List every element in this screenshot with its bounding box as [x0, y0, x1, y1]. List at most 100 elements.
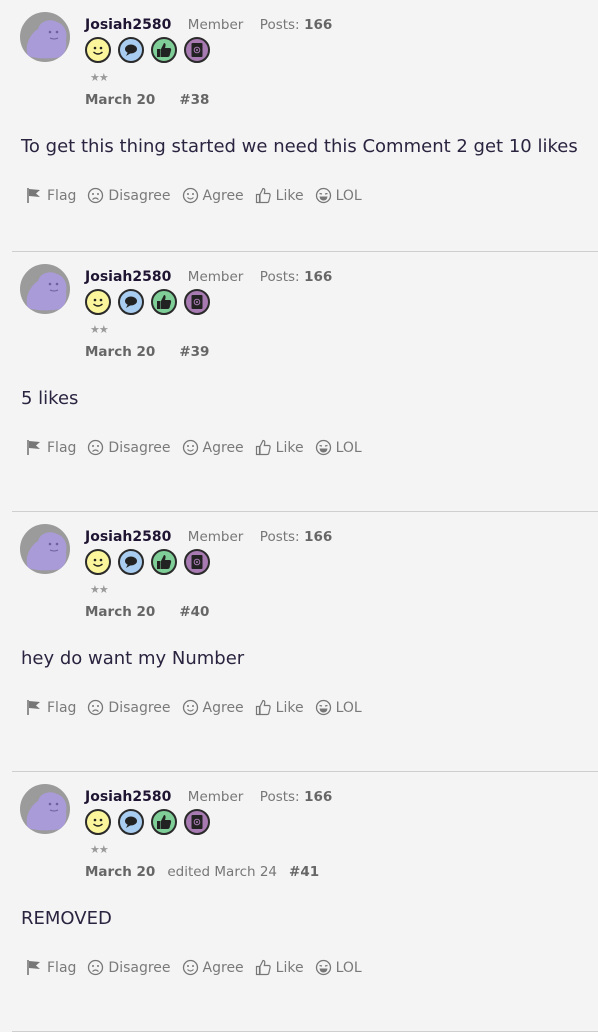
reaction-bar: Flag Disagree Agree Like LOL [26, 187, 362, 204]
laugh-icon [315, 439, 331, 456]
reaction-bar: Flag Disagree Agree Like LOL [26, 959, 362, 976]
post-permalink[interactable]: #39 [179, 344, 209, 360]
disagree-button[interactable]: Disagree [87, 439, 171, 456]
smiley-badge-icon[interactable] [85, 809, 111, 835]
smiley-badge-icon[interactable] [85, 289, 111, 315]
agree-button[interactable]: Agree [182, 699, 244, 716]
username-link[interactable]: Josiah2580 [85, 17, 171, 33]
posts-label: Posts: [259, 789, 300, 805]
avatar[interactable] [20, 784, 70, 834]
posts-count: 166 [304, 269, 333, 285]
thumbs-up-badge-icon[interactable] [151, 549, 177, 575]
notebook-badge-icon[interactable] [184, 549, 210, 575]
comment-body: REMOVED [21, 908, 112, 929]
posts-label: Posts: [259, 269, 300, 285]
rank-stars: ★★ [90, 323, 109, 336]
notebook-badge-icon[interactable] [184, 37, 210, 63]
username-link[interactable]: Josiah2580 [85, 789, 171, 805]
like-button[interactable]: Like [255, 959, 304, 976]
username-link[interactable]: Josiah2580 [85, 269, 171, 285]
avatar[interactable] [20, 524, 70, 574]
smile-icon [182, 439, 198, 456]
flag-button[interactable]: Flag [26, 699, 76, 716]
user-role: Member [187, 17, 244, 33]
avatar[interactable] [20, 264, 70, 314]
thumbs-up-badge-icon[interactable] [151, 289, 177, 315]
post-permalink[interactable]: #38 [179, 92, 209, 108]
lol-label: LOL [335, 959, 362, 976]
smile-icon [182, 959, 198, 976]
post-permalink[interactable]: #41 [289, 864, 319, 880]
laugh-icon [315, 187, 331, 204]
comment-body: To get this thing started we need this C… [21, 136, 578, 157]
flag-icon [27, 960, 40, 975]
like-label: Like [275, 187, 304, 204]
agree-label: Agree [202, 439, 244, 456]
username-link[interactable]: Josiah2580 [85, 529, 171, 545]
lol-button[interactable]: LOL [315, 187, 362, 204]
thumbs-up-icon [255, 699, 271, 716]
frown-icon [88, 439, 104, 456]
laugh-icon [315, 699, 331, 716]
comment: Josiah2580 Member Posts: 166 ★★ March 20… [12, 772, 598, 1032]
agree-button[interactable]: Agree [182, 187, 244, 204]
smiley-badge-icon[interactable] [85, 37, 111, 63]
thumbs-up-badge-icon[interactable] [151, 37, 177, 63]
posts-count: 166 [304, 789, 333, 805]
flag-label: Flag [47, 439, 77, 456]
agree-button[interactable]: Agree [182, 959, 244, 976]
posts-count: 166 [304, 17, 333, 33]
chat-badge-icon[interactable] [118, 549, 144, 575]
post-date[interactable]: March 20 [85, 344, 155, 360]
agree-label: Agree [202, 959, 244, 976]
lol-button[interactable]: LOL [315, 959, 362, 976]
posts-label: Posts: [259, 17, 300, 33]
post-date[interactable]: March 20 [85, 604, 155, 620]
post-date[interactable]: March 20 [85, 864, 155, 880]
disagree-label: Disagree [108, 439, 171, 456]
flag-icon [27, 700, 40, 715]
like-button[interactable]: Like [255, 187, 304, 204]
agree-button[interactable]: Agree [182, 439, 244, 456]
lol-button[interactable]: LOL [315, 439, 362, 456]
disagree-button[interactable]: Disagree [87, 959, 171, 976]
lol-label: LOL [335, 699, 362, 716]
flag-label: Flag [47, 959, 77, 976]
chat-badge-icon[interactable] [118, 809, 144, 835]
chat-badge-icon[interactable] [118, 37, 144, 63]
notebook-badge-icon[interactable] [184, 809, 210, 835]
smile-icon [182, 187, 198, 204]
lol-button[interactable]: LOL [315, 699, 362, 716]
rank-stars: ★★ [90, 71, 109, 84]
avatar[interactable] [20, 12, 70, 62]
flag-button[interactable]: Flag [26, 187, 76, 204]
like-button[interactable]: Like [255, 699, 304, 716]
comment: Josiah2580 Member Posts: 166 ★★ March 20… [12, 0, 598, 252]
flag-button[interactable]: Flag [26, 439, 76, 456]
comment: Josiah2580 Member Posts: 166 ★★ March 20… [12, 512, 598, 772]
comment-body: hey do want my Number [21, 648, 245, 669]
reaction-bar: Flag Disagree Agree Like LOL [26, 699, 362, 716]
comment: Josiah2580 Member Posts: 166 ★★ March 20… [12, 252, 598, 512]
chat-badge-icon[interactable] [118, 289, 144, 315]
like-label: Like [275, 959, 304, 976]
disagree-button[interactable]: Disagree [87, 187, 171, 204]
comment-body: 5 likes [21, 388, 79, 409]
edited-note: edited March 24 [167, 864, 278, 880]
agree-label: Agree [202, 187, 244, 204]
frown-icon [88, 187, 104, 204]
thumbs-up-badge-icon[interactable] [151, 809, 177, 835]
flag-label: Flag [47, 187, 77, 204]
posts-label: Posts: [259, 529, 300, 545]
post-permalink[interactable]: #40 [179, 604, 209, 620]
flag-icon [27, 188, 40, 203]
flag-button[interactable]: Flag [26, 959, 76, 976]
smiley-badge-icon[interactable] [85, 549, 111, 575]
post-date[interactable]: March 20 [85, 92, 155, 108]
notebook-badge-icon[interactable] [184, 289, 210, 315]
like-button[interactable]: Like [255, 439, 304, 456]
thumbs-up-icon [255, 187, 271, 204]
posts-count: 166 [304, 529, 333, 545]
disagree-button[interactable]: Disagree [87, 699, 171, 716]
lol-label: LOL [335, 187, 362, 204]
